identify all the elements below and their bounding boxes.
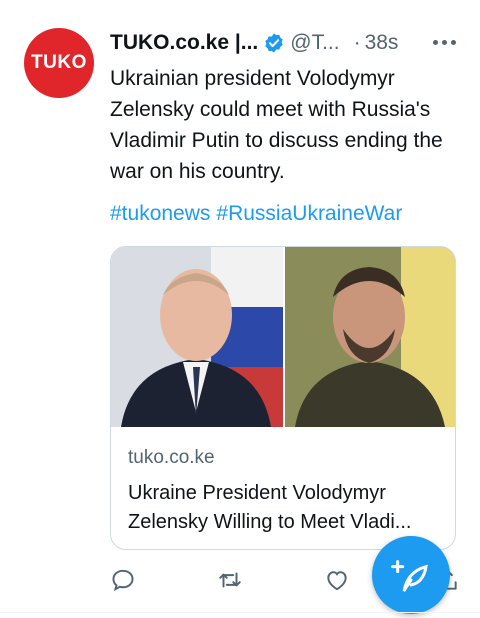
more-icon[interactable] xyxy=(433,40,456,45)
card-domain: tuko.co.ke xyxy=(128,447,215,468)
reply-icon[interactable] xyxy=(108,565,138,595)
link-card[interactable]: tuko.co.ke Ukraine President Volodymyr Z… xyxy=(110,246,456,550)
compose-tweet-button[interactable] xyxy=(372,536,450,614)
timestamp[interactable]: 38s xyxy=(365,31,399,55)
card-image xyxy=(111,247,455,427)
avatar[interactable]: TUKO xyxy=(24,28,94,98)
separator-dot: · xyxy=(353,31,361,54)
tweet-text: Ukrainian president Volodymyr Zelensky c… xyxy=(110,67,443,183)
author-handle[interactable]: @T... xyxy=(290,31,339,55)
card-title: Ukraine President Volodymyr Zelensky Wil… xyxy=(128,482,412,533)
avatar-logo-text: TUKO xyxy=(31,52,87,73)
hashtag-link[interactable]: #tukonews xyxy=(110,202,210,225)
hashtag-link[interactable]: #RussiaUkraineWar xyxy=(216,202,402,225)
author-name[interactable]: TUKO.co.ke |... xyxy=(110,31,258,55)
like-icon[interactable] xyxy=(322,565,352,595)
tweet[interactable]: TUKO TUKO.co.ke |... @T... · 38s Ukraini… xyxy=(0,0,480,614)
verified-badge-icon xyxy=(265,33,283,53)
hashtags: #tukonews #RussiaUkraineWar xyxy=(110,202,408,226)
retweet-icon[interactable] xyxy=(215,565,245,595)
compose-tweet-icon xyxy=(391,560,428,592)
tweet-divider xyxy=(0,612,480,613)
tweet-header: TUKO.co.ke |... @T... · 38s xyxy=(110,28,470,58)
